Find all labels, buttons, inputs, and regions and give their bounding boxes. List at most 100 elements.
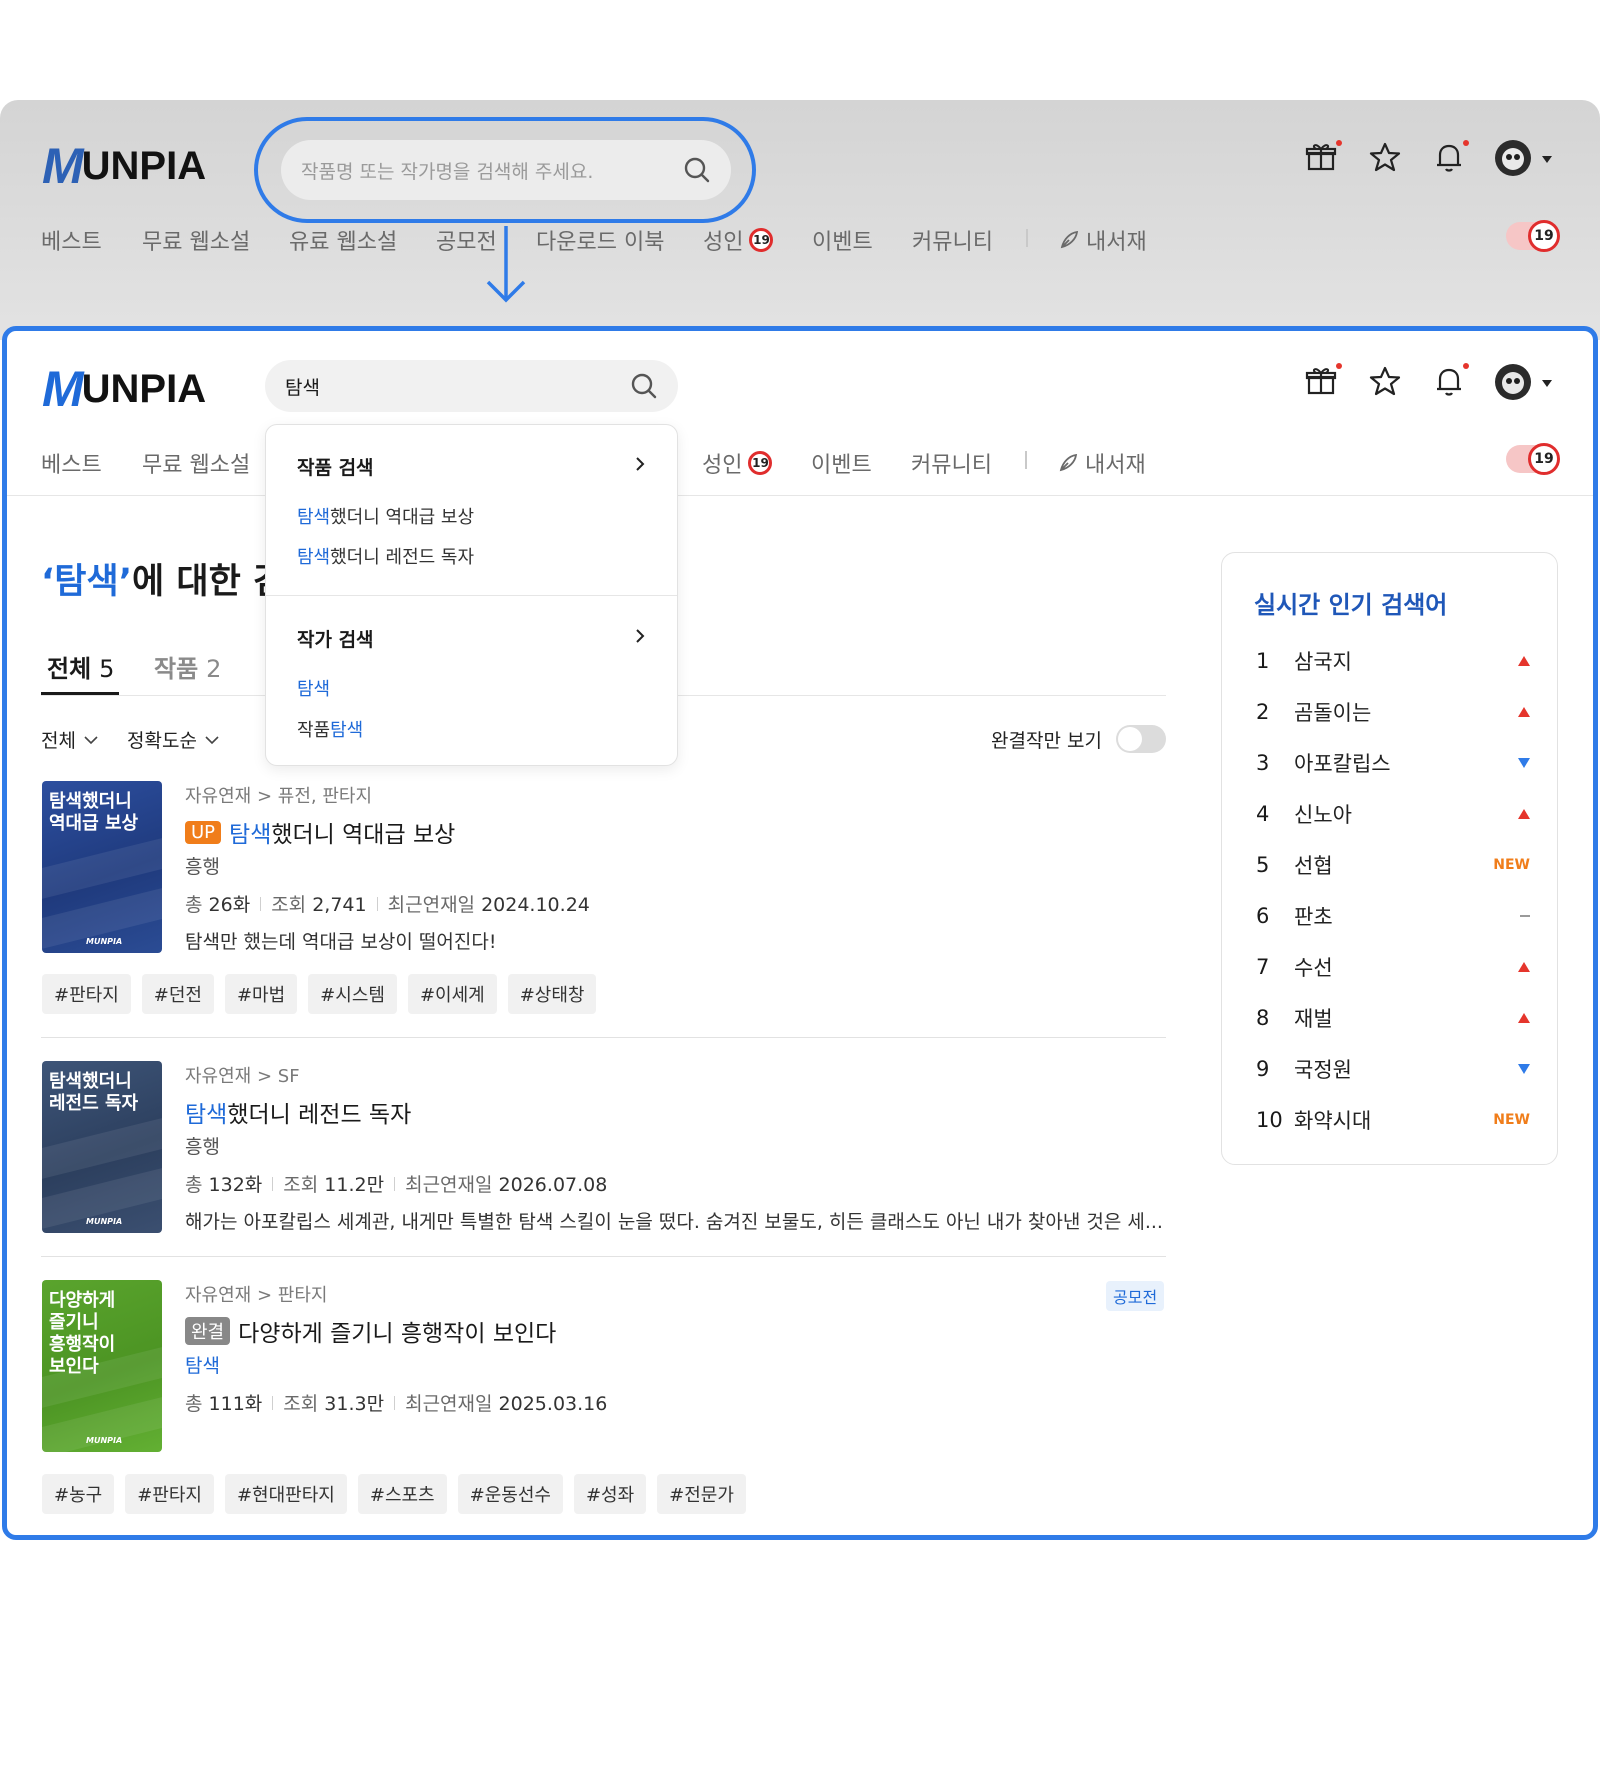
keyword-rank: 6 [1256, 904, 1270, 928]
search-input[interactable]: 탐색 [265, 360, 678, 412]
author-search-heading[interactable]: 작가 검색 [297, 625, 374, 652]
keyword-rank: 1 [1256, 649, 1270, 673]
work-category[interactable]: 자유연재 > 퓨전, 판타지 [185, 782, 372, 808]
keyword-rank: 9 [1256, 1057, 1270, 1081]
keyword-rank: 8 [1256, 1006, 1270, 1030]
nav-community[interactable]: 커뮤니티 [912, 224, 993, 256]
work-author[interactable]: 흥행 [185, 852, 220, 879]
gift-icon[interactable] [1304, 364, 1338, 398]
hashtag[interactable]: #스포츠 [357, 1474, 447, 1514]
work-search-heading[interactable]: 작품 검색 [297, 453, 374, 480]
popular-keyword-item[interactable]: 4 신노아 [1250, 799, 1530, 829]
trend-up-icon [1490, 809, 1530, 819]
nav-community[interactable]: 커뮤니티 [911, 447, 992, 479]
nav-free-novel[interactable]: 무료 웹소설 [142, 224, 250, 256]
popular-keyword-item[interactable]: 7 수선 [1250, 952, 1530, 982]
bell-icon[interactable] [1432, 364, 1466, 398]
chevron-down-icon[interactable] [1542, 156, 1552, 163]
trend-down-icon [1490, 1064, 1530, 1074]
sort-order[interactable]: 정확도순 [127, 726, 219, 753]
search-icon[interactable] [630, 372, 658, 400]
nav-paid-novel[interactable]: 유료 웹소설 [289, 224, 397, 256]
nav-event[interactable]: 이벤트 [812, 224, 873, 256]
star-icon[interactable] [1368, 140, 1402, 174]
hashtag[interactable]: #운동선수 [457, 1474, 563, 1514]
nav-my-library[interactable]: 내서재 [1057, 447, 1146, 479]
completed-badge: 완결 [185, 1317, 231, 1345]
avatar[interactable] [1495, 140, 1531, 176]
work-cover[interactable]: 탐색했더니 역대급 보상 MUNPIA [42, 781, 162, 953]
cover-logo: MUNPIA [86, 937, 123, 946]
logo-mark: M [42, 361, 84, 417]
keyword-rank: 2 [1256, 700, 1270, 724]
hashtag[interactable]: #전문가 [657, 1474, 746, 1514]
popular-keyword-item[interactable]: 8 재벌 [1250, 1003, 1530, 1033]
row-divider [41, 1256, 1166, 1257]
work-category[interactable]: 자유연재 > SF [185, 1062, 300, 1088]
cover-title: 탐색했더니 레전드 독자 [49, 1071, 139, 1114]
hashtag[interactable]: #판타지 [125, 1474, 214, 1514]
search-value: 탐색 [285, 376, 320, 399]
adult-toggle[interactable]: 19 [1506, 443, 1560, 475]
work-cover[interactable]: 탐색했더니 레전드 독자 MUNPIA [42, 1061, 162, 1233]
avatar[interactable] [1495, 364, 1531, 400]
filter-scope[interactable]: 전체 [41, 726, 98, 753]
star-icon[interactable] [1368, 364, 1402, 398]
keyword-text: 곰돌이는 [1294, 701, 1372, 725]
trend-up-icon [1490, 707, 1530, 717]
popular-keyword-item[interactable]: 5 선협 NEW [1250, 850, 1530, 880]
hashtag[interactable]: #던전 [141, 974, 214, 1014]
gift-notification-dot [1336, 140, 1342, 146]
nav-my-library[interactable]: 내서재 [1058, 224, 1147, 256]
work-description: 탐색만 했는데 역대급 보상이 떨어진다! [185, 931, 497, 953]
work-author[interactable]: 흥행 [185, 1132, 220, 1159]
chevron-right-icon[interactable] [633, 457, 647, 471]
munpia-logo[interactable]: M UNPIA [42, 360, 206, 418]
nav-best[interactable]: 베스트 [41, 447, 102, 479]
nav-free-novel[interactable]: 무료 웹소설 [142, 447, 250, 479]
work-cover[interactable]: 다양하게 즐기니 흥행작이 보인다 MUNPIA [42, 1280, 162, 1452]
work-suggestion[interactable]: 탐색했더니 역대급 보상 [297, 503, 474, 529]
chevron-down-icon[interactable] [1542, 380, 1552, 387]
work-category[interactable]: 자유연재 > 판타지 [185, 1281, 327, 1307]
popular-keyword-item[interactable]: 9 국정원 [1250, 1054, 1530, 1084]
work-title[interactable]: 탐색했더니 레전드 독자 [185, 1095, 411, 1129]
tab-all[interactable]: 전체 5 [47, 649, 114, 684]
adult-toggle[interactable]: 19 [1506, 220, 1560, 252]
munpia-logo[interactable]: M UNPIA [42, 137, 206, 195]
nav-adult[interactable]: 성인 19 [702, 447, 773, 479]
author-suggestion[interactable]: 작품탐색 [297, 716, 363, 742]
popular-keyword-item[interactable]: 10 화약시대 NEW [1250, 1105, 1530, 1135]
nav-download-ebook[interactable]: 다운로드 이북 [536, 224, 664, 256]
keyword-rank: 10 [1256, 1108, 1283, 1132]
hashtag[interactable]: #마법 [224, 974, 298, 1014]
work-title[interactable]: 완결 다양하게 즐기니 흥행작이 보인다 [185, 1314, 556, 1348]
contest-badge: 공모전 [1106, 1281, 1165, 1311]
nav-adult[interactable]: 성인 19 [703, 224, 774, 256]
cover-logo: MUNPIA [86, 1217, 123, 1226]
bell-icon[interactable] [1432, 140, 1466, 174]
nav-best[interactable]: 베스트 [41, 224, 102, 256]
work-suggestion[interactable]: 탐색했더니 레전드 독자 [297, 543, 474, 569]
hashtag[interactable]: #시스템 [308, 974, 397, 1014]
popular-keyword-item[interactable]: 2 곰돌이는 [1250, 697, 1530, 727]
gift-icon[interactable] [1304, 140, 1338, 174]
popular-keyword-item[interactable]: 3 아포칼립스 [1250, 748, 1530, 778]
tab-works[interactable]: 작품 2 [154, 649, 221, 684]
chevron-right-icon[interactable] [633, 629, 647, 643]
work-title[interactable]: UP 탐색했더니 역대급 보상 [185, 815, 455, 849]
hashtag[interactable]: #상태창 [507, 974, 597, 1014]
complete-only-switch[interactable] [1116, 725, 1166, 753]
hashtag[interactable]: #농구 [42, 1474, 115, 1514]
adult-19-badge: 19 [749, 228, 774, 252]
adult-toggle-knob: 19 [1528, 443, 1560, 475]
hashtag[interactable]: #성좌 [573, 1474, 647, 1514]
hashtag[interactable]: #현대판타지 [224, 1474, 347, 1514]
author-suggestion[interactable]: 탐색 [297, 675, 330, 701]
work-author[interactable]: 탐색 [185, 1351, 220, 1378]
popular-keyword-item[interactable]: 6 판초 [1250, 901, 1530, 931]
nav-event[interactable]: 이벤트 [811, 447, 872, 479]
hashtag[interactable]: #판타지 [42, 974, 131, 1014]
hashtag[interactable]: #이세계 [407, 974, 497, 1014]
popular-keyword-item[interactable]: 1 삼국지 [1250, 646, 1530, 676]
